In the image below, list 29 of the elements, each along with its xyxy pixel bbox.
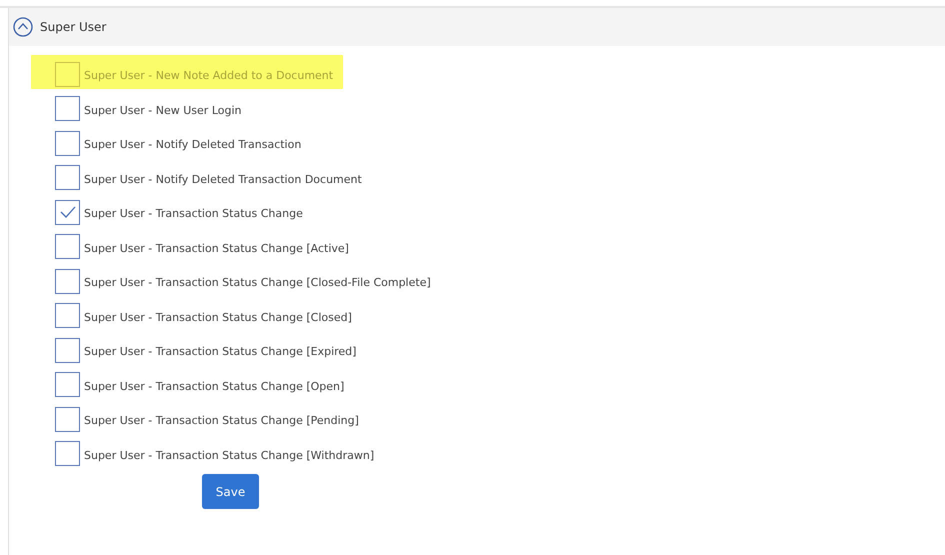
section-title: Super User	[40, 19, 106, 36]
collapse-icon[interactable]	[13, 17, 33, 37]
option-label: Super User - Transaction Status Change [Pending]	[84, 413, 359, 429]
option-label: Super User - Transaction Status Change [Active]	[84, 240, 349, 256]
checkbox[interactable]	[55, 406, 80, 432]
checkbox[interactable]	[55, 372, 80, 397]
checkbox[interactable]	[55, 96, 80, 121]
checkbox[interactable]	[55, 303, 80, 328]
checkbox[interactable]	[55, 441, 80, 466]
option-label: Super User - Transaction Status Change [Expired]	[84, 344, 356, 360]
option-label: Super User - Transaction Status Change	[84, 206, 303, 222]
option-label: Super User - Notify Deleted Transaction Document	[84, 172, 362, 188]
checkbox[interactable]	[55, 200, 80, 224]
checkbox[interactable]	[55, 268, 80, 294]
checkbox[interactable]	[55, 234, 80, 259]
option-label: Super User - Transaction Status Change [Open]	[84, 378, 344, 394]
checkmark-icon	[58, 205, 76, 219]
section-header[interactable]: Super User	[9, 8, 945, 46]
option-label: Super User - Transaction Status Change [Closed-File Complete]	[84, 275, 431, 291]
option-label: Super User - Transaction Status Change [Closed]	[84, 310, 352, 326]
option-label: Super User - New User Login	[84, 102, 242, 118]
option-label: Super User - Notify Deleted Transaction	[84, 137, 302, 153]
save-button[interactable]: Save	[202, 474, 259, 509]
checkbox[interactable]	[55, 62, 80, 86]
checkbox[interactable]	[55, 165, 80, 190]
option-label: Super User - New Note Added to a Document	[84, 68, 334, 84]
option-label: Super User - Transaction Status Change [Withdrawn]	[84, 448, 374, 464]
checkbox[interactable]	[55, 338, 80, 362]
checkbox[interactable]	[55, 130, 80, 156]
